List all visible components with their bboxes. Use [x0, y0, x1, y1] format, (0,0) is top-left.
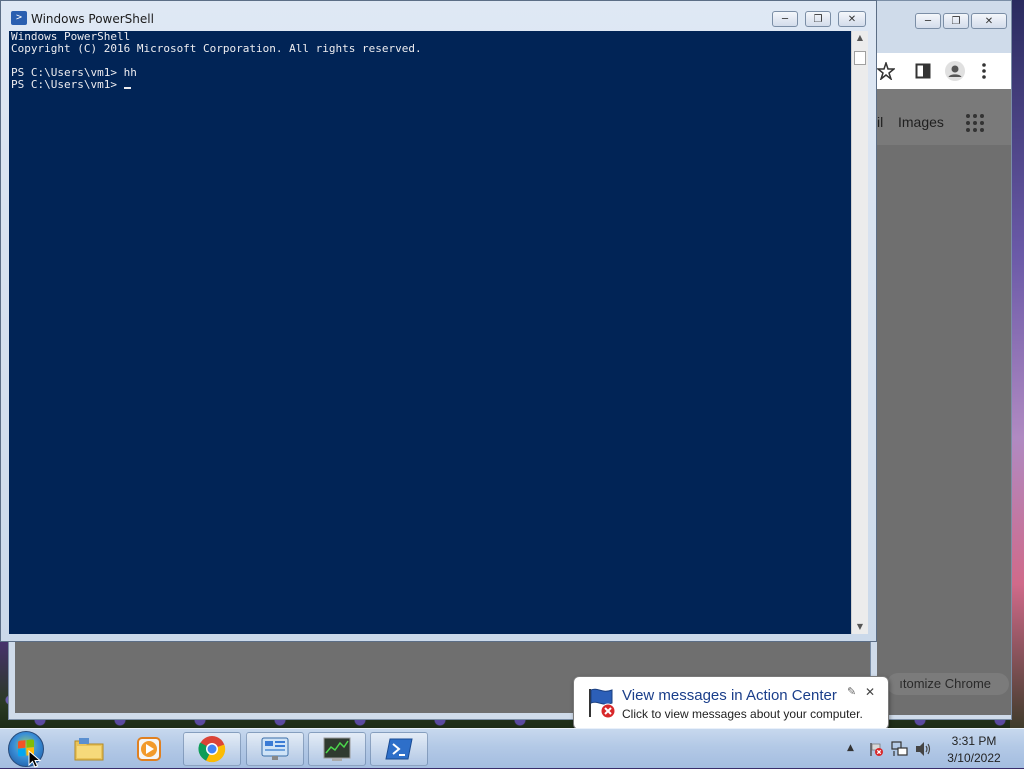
chrome-icon — [198, 736, 226, 763]
side-panel-icon[interactable] — [915, 63, 931, 79]
chrome-menu-icon[interactable] — [981, 62, 987, 80]
console-prompt: PS C:\Users\vm1> — [11, 78, 124, 91]
taskbar-google-chrome[interactable] — [183, 732, 241, 766]
vertical-scrollbar[interactable]: ▲ ▼ — [851, 31, 868, 634]
action-center-notification[interactable]: View messages in Action Center Click to … — [573, 676, 889, 738]
action-center-error-icon[interactable] — [868, 741, 884, 757]
media-player-icon — [137, 737, 161, 761]
images-link[interactable]: Images — [898, 114, 944, 130]
taskbar-windows-powershell[interactable] — [370, 732, 428, 766]
notification-close-button[interactable]: ✕ — [865, 685, 875, 699]
gmail-link[interactable]: il — [877, 114, 883, 130]
chrome-restore-button[interactable]: ❐ — [943, 13, 969, 29]
chrome-toolbar — [877, 53, 1011, 89]
volume-icon[interactable] — [914, 741, 932, 757]
task-manager-icon — [323, 737, 351, 761]
chrome-page: il Images ıtomize Chrome — [877, 89, 1011, 715]
network-icon[interactable] — [891, 741, 909, 757]
minimize-button[interactable]: ─ — [772, 11, 798, 27]
control-panel-icon — [261, 737, 289, 760]
clock-time[interactable]: 3:31 PM — [938, 734, 1010, 748]
chrome-minimize-button[interactable]: ─ — [915, 13, 941, 29]
scrollbar-thumb[interactable] — [854, 51, 866, 65]
notification-body[interactable]: Click to view messages about your comput… — [622, 707, 863, 721]
powershell-console[interactable]: Windows PowerShell Copyright (C) 2016 Mi… — [9, 31, 851, 634]
scroll-down-arrow-icon[interactable]: ▼ — [852, 620, 868, 634]
powershell-title: Windows PowerShell — [31, 12, 154, 26]
text-cursor — [123, 87, 131, 89]
powershell-icon: > — [11, 11, 27, 25]
desktop-wallpaper-edge — [1010, 0, 1024, 730]
taskbar-file-explorer[interactable] — [60, 732, 118, 766]
close-button[interactable]: ✕ — [838, 11, 866, 27]
scroll-up-arrow-icon[interactable]: ▲ — [852, 31, 868, 45]
chrome-caption: ─ ❐ ✕ — [871, 7, 1011, 31]
mouse-pointer-icon — [28, 750, 42, 768]
taskbar-control-panel[interactable] — [246, 732, 304, 766]
chrome-close-button[interactable]: ✕ — [971, 13, 1007, 29]
taskbar-task-manager[interactable] — [308, 732, 366, 766]
options-icon[interactable]: ✎ — [847, 685, 856, 698]
folder-icon — [74, 738, 104, 761]
taskbar: ▲ 3:31 PM 3/10/2022 — [0, 728, 1024, 768]
powershell-icon — [385, 738, 413, 760]
clock-date[interactable]: 3/10/2022 — [938, 751, 1010, 765]
action-center-flag-icon — [589, 688, 616, 719]
system-tray: ▲ 3:31 PM 3/10/2022 — [840, 729, 1024, 769]
console-output: Windows PowerShell Copyright (C) 2016 Mi… — [11, 31, 422, 91]
chrome-window[interactable]: ─ ❐ ✕ il Images ıtomize Chrome — [870, 0, 1012, 720]
customize-chrome-button[interactable]: ıtomize Chrome — [887, 673, 1009, 695]
google-apps-icon[interactable] — [966, 114, 984, 132]
taskbar-media-player[interactable] — [120, 732, 178, 766]
bookmark-star-icon[interactable] — [877, 62, 895, 80]
maximize-button[interactable]: ❐ — [805, 11, 831, 27]
console-line: Copyright (C) 2016 Microsoft Corporation… — [11, 42, 422, 55]
profile-avatar-icon[interactable] — [945, 61, 965, 81]
powershell-window[interactable]: > Windows PowerShell ─ ❐ ✕ Windows Power… — [0, 0, 877, 642]
show-hidden-icons-icon[interactable]: ▲ — [847, 743, 854, 753]
notification-title[interactable]: View messages in Action Center — [622, 687, 837, 704]
